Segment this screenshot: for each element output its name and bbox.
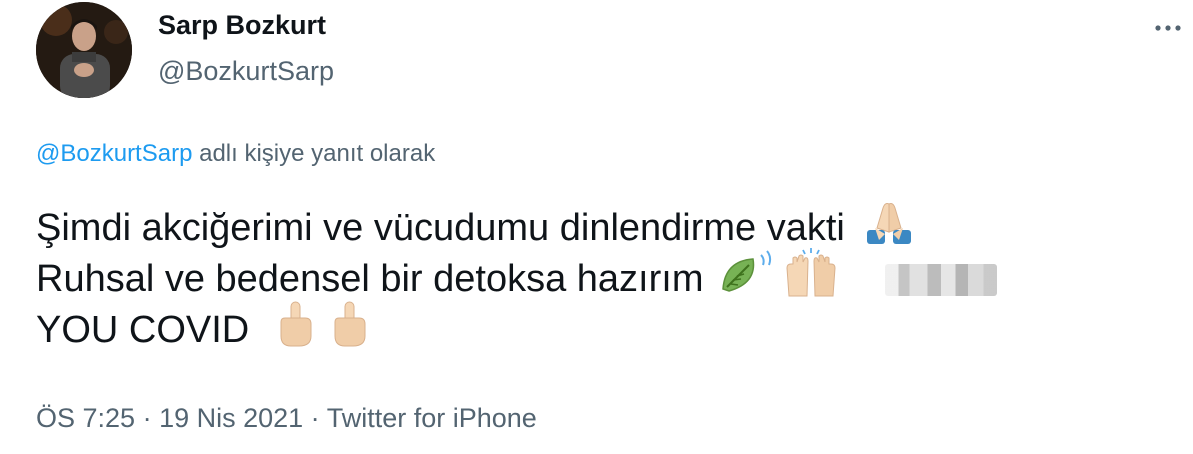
tweet-date[interactable]: 19 Nis 2021 (159, 403, 303, 433)
avatar[interactable] (36, 2, 132, 98)
tweet-line-1-text: Şimdi akciğerimi ve vücudumu dinlendirme… (36, 207, 845, 249)
reply-context-text: adlı kişiye yanıt olarak (192, 140, 436, 167)
more-horizontal-icon (1155, 25, 1181, 31)
separator: · (303, 403, 327, 433)
folded-hands-icon (863, 198, 915, 260)
more-options-button[interactable] (1150, 10, 1186, 46)
reply-context: @BozkurtSarp adlı kişiye yanıt olarak (36, 140, 435, 168)
tweet-text: Şimdi akciğerimi ve vücudumu dinlendirme… (36, 202, 998, 356)
middle-finger-icon (327, 300, 371, 362)
tweet-line-1: Şimdi akciğerimi ve vücudumu dinlendirme… (36, 202, 997, 254)
separator: · (135, 403, 160, 433)
reply-mention-link[interactable]: @BozkurtSarp (36, 140, 192, 167)
tweet-line-3-text: YOU COVID (36, 309, 250, 351)
raising-hands-icon (781, 247, 841, 312)
tweet-line-2-text: Ruhsal ve bedensel bir detoksa hazırım (36, 258, 704, 300)
tweet-line-3: YOU COVID (36, 301, 997, 356)
leaf-fluttering-icon (717, 249, 777, 311)
tweet-metadata: ÖS 7:25 · 19 Nis 2021 · Twitter for iPho… (36, 403, 537, 434)
user-handle[interactable]: @BozkurtSarp (158, 56, 334, 87)
display-name[interactable]: Sarp Bozkurt (158, 10, 326, 41)
middle-finger-icon (273, 300, 317, 362)
tweet-source-link[interactable]: Twitter for iPhone (327, 403, 537, 433)
profile-photo (36, 2, 132, 98)
tweet-time[interactable]: ÖS 7:25 (36, 403, 135, 433)
tweet-line-2: Ruhsal ve bedensel bir detoksa hazırım (36, 247, 998, 305)
censored-text (885, 263, 998, 296)
